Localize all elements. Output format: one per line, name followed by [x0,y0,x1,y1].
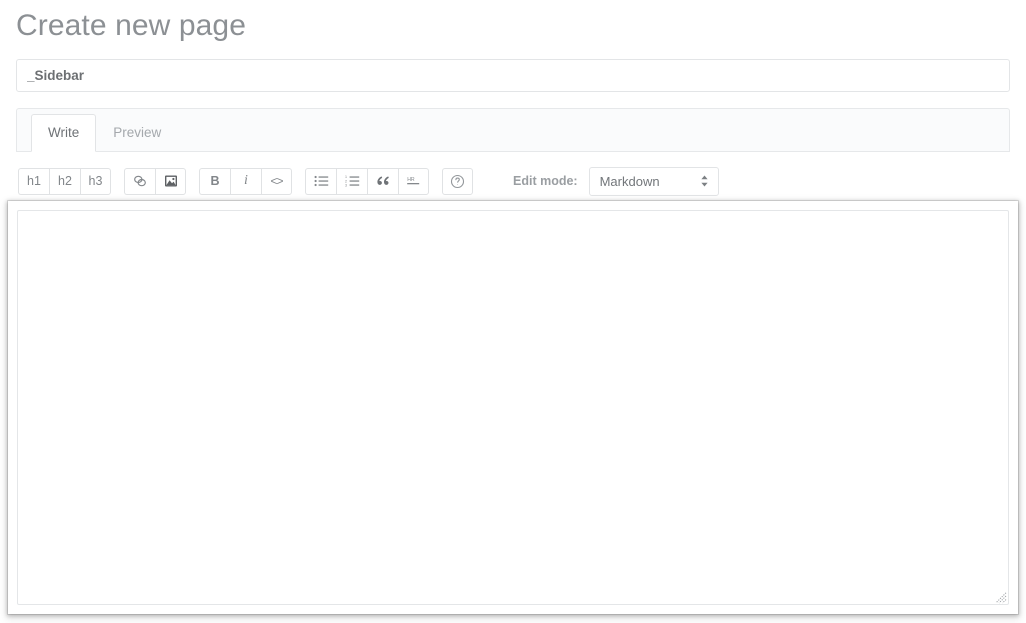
editor-textarea[interactable] [17,210,1009,605]
ordered-list-icon: 1 2 3 [345,175,360,187]
toolbar-group-headings: h1 h2 h3 [18,167,111,195]
editor-tabs: Write Preview [31,109,1009,153]
tab-write[interactable]: Write [31,113,97,152]
toolbar-group-insert [124,167,186,195]
create-page-form: Create new page Write Preview h1 h2 h3 [0,0,1026,623]
toolbar-group-format: B i <> [199,167,292,195]
italic-button[interactable]: i [230,167,261,195]
edit-mode-selected-value: Markdown [599,173,660,189]
link-icon [132,174,148,188]
help-button[interactable] [442,167,473,195]
page-title-input[interactable] [16,59,1010,92]
tab-preview[interactable]: Preview [96,114,178,153]
heading-3-button[interactable]: h3 [80,167,111,195]
editor-focus-container [8,201,1018,614]
link-button[interactable] [124,167,155,195]
editor-toolbar: h1 h2 h3 B i <> 1 2 3 HR Edit mode: Mark… [16,163,1010,199]
bold-button[interactable]: B [199,167,230,195]
horizontal-rule-icon: HR [406,175,421,187]
chevron-updown-icon [700,174,709,188]
ordered-list-button[interactable]: 1 2 3 [336,167,367,195]
toolbar-group-help [442,167,473,195]
unordered-list-button[interactable] [305,167,336,195]
horizontal-rule-button[interactable]: HR [398,167,429,195]
editor-tabbar: Write Preview [16,108,1010,152]
image-icon [164,174,178,188]
page-title: Create new page [16,9,246,42]
toolbar-group-blocks: 1 2 3 HR [305,167,429,195]
blockquote-icon [376,175,390,187]
blockquote-button[interactable] [367,167,398,195]
heading-1-button[interactable]: h1 [18,167,49,195]
title-field-container [16,59,1010,92]
svg-text:HR: HR [407,177,415,183]
edit-mode-control: Edit mode: Markdown [513,166,719,196]
edit-mode-select[interactable]: Markdown [588,166,719,196]
svg-text:3: 3 [345,183,347,187]
resize-handle-icon[interactable] [995,591,1007,604]
image-button[interactable] [155,167,186,195]
heading-2-button[interactable]: h2 [49,167,80,195]
help-circle-icon [450,174,465,189]
unordered-list-icon [314,175,329,187]
code-button[interactable]: <> [261,167,292,195]
edit-mode-label: Edit mode: [513,174,578,188]
